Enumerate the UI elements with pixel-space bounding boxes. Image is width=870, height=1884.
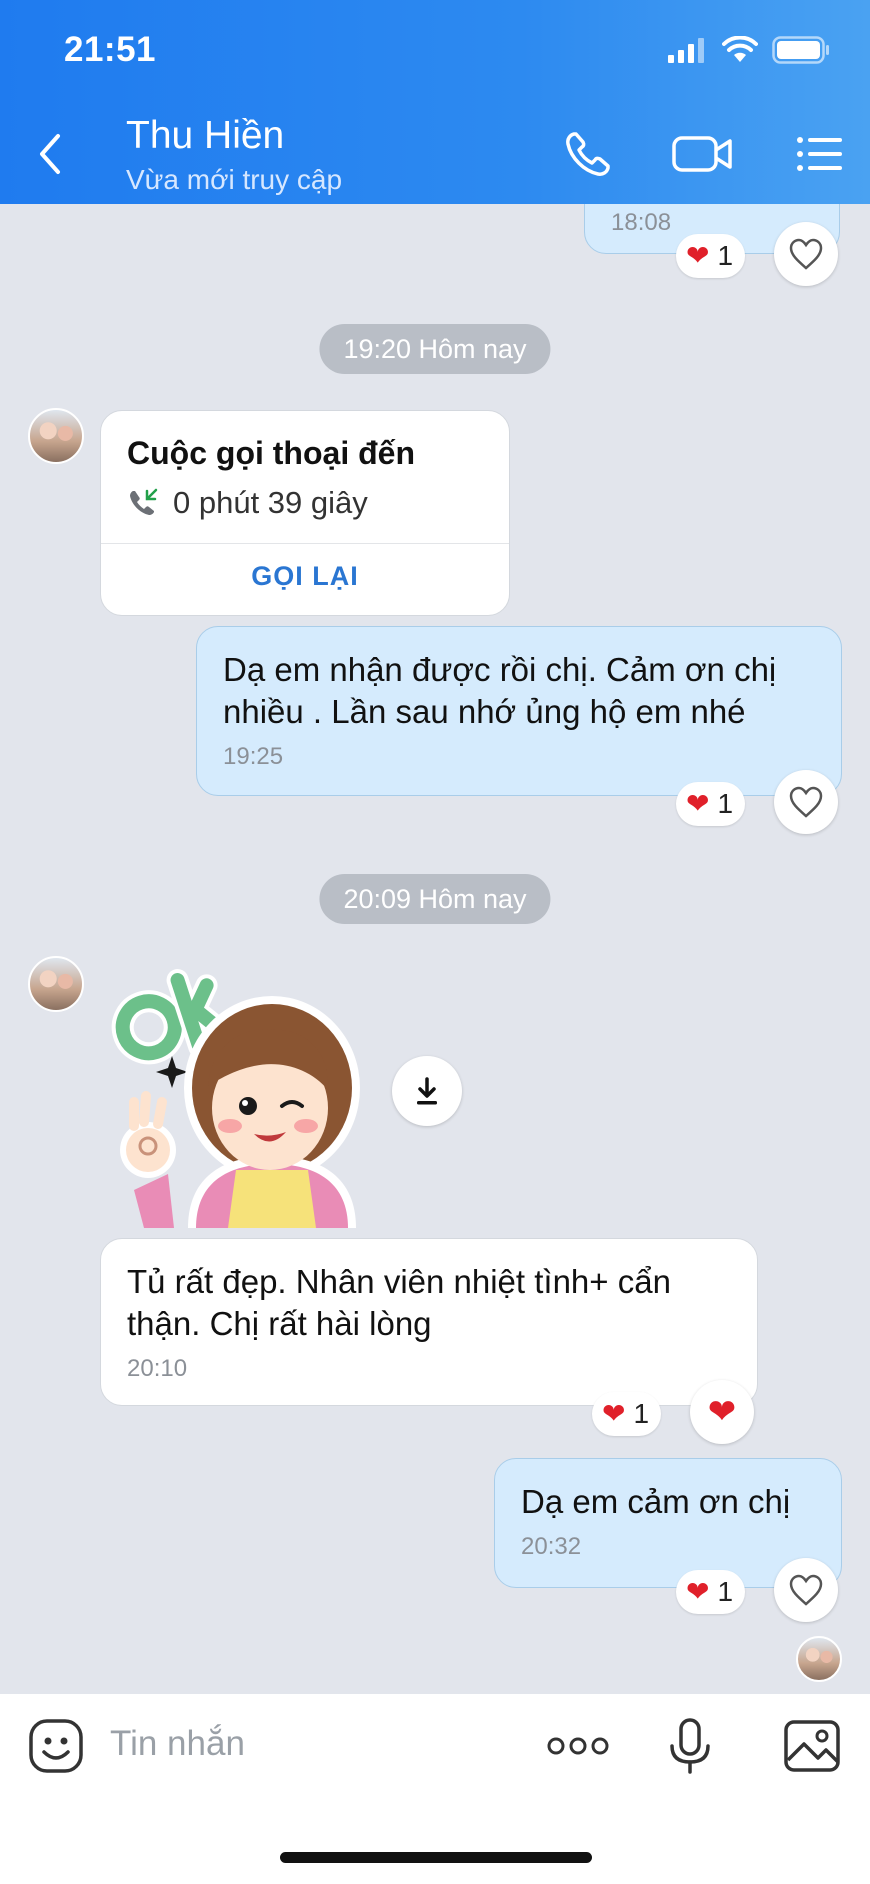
reaction-count-value: 1 xyxy=(717,1576,734,1607)
call-duration-row: 0 phút 39 giây xyxy=(127,485,368,521)
back-icon[interactable] xyxy=(30,126,70,182)
message-text: nhiều . Lần sau nhớ ủng hộ em nhé xyxy=(223,693,746,730)
message-input[interactable]: Tin nhắn xyxy=(110,1724,245,1764)
chat-header: 21:51 Thu Hiền Vừa mới truy cập xyxy=(0,0,870,204)
contact-status: Vừa mới truy cập xyxy=(126,164,343,195)
reaction-count[interactable]: ❤ 1 xyxy=(676,782,746,826)
message-bubble-outgoing[interactable]: Dạ em nhận được rồi chị. Cảm ơn chị nhiề… xyxy=(196,626,842,796)
incoming-call-icon xyxy=(130,488,158,515)
video-icon[interactable] xyxy=(670,126,736,182)
message-list[interactable]: 18:08 ❤ 1 19:20 Hôm nay Cuộc gọi thoại đ… xyxy=(0,204,870,1694)
reaction-count[interactable]: ❤ 1 xyxy=(592,1392,662,1436)
heart-icon: ❤ xyxy=(686,240,710,271)
heart-outline-icon xyxy=(789,238,823,270)
status-time: 21:51 xyxy=(64,30,157,69)
avatar[interactable] xyxy=(28,408,84,464)
heart-outline-icon xyxy=(789,786,823,818)
message-time: 20:32 xyxy=(521,1533,582,1560)
call-card[interactable]: Cuộc gọi thoại đến 0 phút 39 giây GỌI LẠ… xyxy=(100,410,510,616)
divider xyxy=(101,543,509,544)
heart-icon: ❤ xyxy=(686,1576,710,1607)
heart-icon: ❤ xyxy=(602,1398,626,1429)
menu-icon[interactable] xyxy=(792,126,848,182)
signal-icon xyxy=(668,38,704,63)
more-icon[interactable] xyxy=(546,1716,610,1776)
react-button[interactable]: ❤ xyxy=(690,1380,754,1444)
call-title: Cuộc gọi thoại đến xyxy=(127,435,415,471)
wifi-icon xyxy=(722,36,758,62)
message-text: thận. Chị rất hài lòng xyxy=(127,1305,432,1342)
phone-icon[interactable] xyxy=(560,126,616,182)
download-button[interactable] xyxy=(392,1056,462,1126)
seen-avatar xyxy=(796,1636,842,1682)
message-time: 19:25 xyxy=(223,743,284,770)
emoji-icon[interactable] xyxy=(26,1716,86,1776)
reaction-count[interactable]: ❤ 1 xyxy=(676,234,746,278)
reaction-count[interactable]: ❤ 1 xyxy=(676,1570,746,1614)
sticker-text: ok xyxy=(104,956,106,957)
home-indicator xyxy=(280,1852,592,1863)
microphone-icon[interactable] xyxy=(660,1716,720,1776)
react-button[interactable] xyxy=(774,222,838,286)
message-bubble-incoming[interactable]: Tủ rất đẹp. Nhân viên nhiệt tình+ cẩn th… xyxy=(100,1238,758,1406)
message-time: 20:10 xyxy=(127,1355,188,1382)
status-icons xyxy=(668,36,830,64)
message-text: Dạ em nhận được rồi chị. Cảm ơn chị xyxy=(223,651,777,688)
heart-filled-icon: ❤ xyxy=(707,1393,737,1431)
heart-icon: ❤ xyxy=(686,788,710,819)
avatar[interactable] xyxy=(28,956,84,1012)
date-divider: 19:20 Hôm nay xyxy=(319,324,551,374)
react-button[interactable] xyxy=(774,1558,838,1622)
battery-icon xyxy=(772,36,829,64)
ok-sticker[interactable]: ok xyxy=(104,956,364,1228)
call-back-button[interactable]: GỌI LẠI xyxy=(101,561,509,592)
call-duration: 0 phút 39 giây xyxy=(173,485,368,520)
message-text: Tủ rất đẹp. Nhân viên nhiệt tình+ cẩn xyxy=(127,1263,671,1300)
date-divider: 20:09 Hôm nay xyxy=(319,874,551,924)
reaction-count-value: 1 xyxy=(717,788,734,819)
message-composer: Tin nhắn xyxy=(0,1694,870,1884)
reaction-count-value: 1 xyxy=(717,240,734,271)
react-button[interactable] xyxy=(774,770,838,834)
reaction-count-value: 1 xyxy=(633,1398,650,1429)
image-icon[interactable] xyxy=(782,1716,842,1776)
download-icon xyxy=(417,1077,437,1105)
heart-outline-icon xyxy=(789,1574,823,1606)
message-text: Dạ em cảm ơn chị xyxy=(521,1483,791,1520)
contact-name[interactable]: Thu Hiền xyxy=(126,114,284,158)
